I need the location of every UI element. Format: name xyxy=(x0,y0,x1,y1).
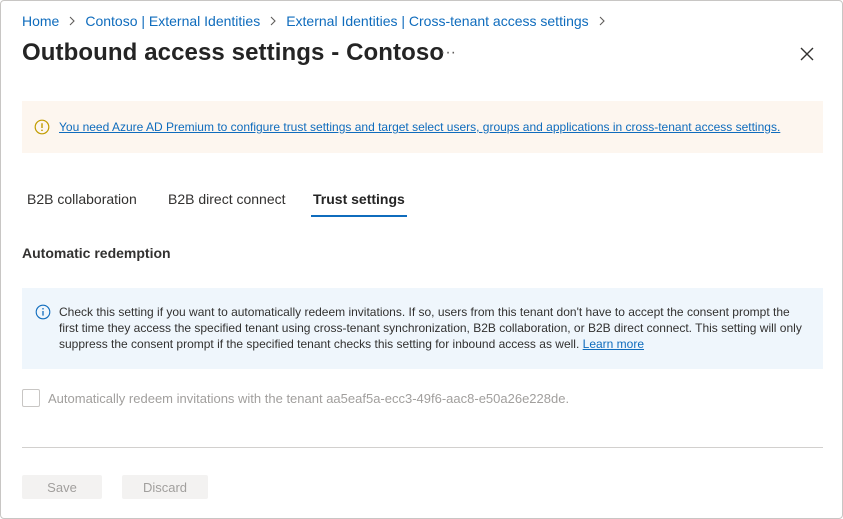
divider xyxy=(22,447,823,448)
tab-b2b-direct-connect[interactable]: B2B direct connect xyxy=(168,187,286,217)
outbound-access-settings-panel: Home Contoso | External Identities Exter… xyxy=(0,0,843,519)
breadcrumb-external-identities[interactable]: Contoso | External Identities xyxy=(85,13,260,29)
learn-more-link[interactable]: Learn more xyxy=(583,337,644,351)
breadcrumb: Home Contoso | External Identities Exter… xyxy=(22,11,615,31)
auto-redeem-option: Automatically redeem invitations with th… xyxy=(22,389,569,407)
auto-redeem-label: Automatically redeem invitations with th… xyxy=(48,390,570,406)
automatic-redemption-heading: Automatic redemption xyxy=(22,245,171,261)
page-title: Outbound access settings - Contoso xyxy=(22,39,445,66)
discard-button[interactable]: Discard xyxy=(122,475,208,499)
chevron-right-icon xyxy=(269,16,277,26)
close-icon xyxy=(800,47,814,61)
automatic-redemption-info-box: Check this setting if you want to automa… xyxy=(22,288,823,369)
tab-b2b-collaboration[interactable]: B2B collaboration xyxy=(27,187,137,217)
info-icon xyxy=(35,304,51,320)
breadcrumb-home[interactable]: Home xyxy=(22,13,59,29)
chevron-right-icon xyxy=(68,16,76,26)
premium-warning-link[interactable]: You need Azure AD Premium to configure t… xyxy=(59,120,780,134)
chevron-right-icon xyxy=(598,16,606,26)
tab-trust-settings[interactable]: Trust settings xyxy=(311,187,407,217)
close-button[interactable] xyxy=(796,43,818,65)
auto-redeem-checkbox[interactable] xyxy=(22,389,40,407)
save-button[interactable]: Save xyxy=(22,475,102,499)
premium-warning-banner: You need Azure AD Premium to configure t… xyxy=(22,101,823,153)
warning-icon xyxy=(34,119,50,135)
more-options-button[interactable]: ··· xyxy=(439,43,457,63)
breadcrumb-cross-tenant-access-settings[interactable]: External Identities | Cross-tenant acces… xyxy=(286,13,588,29)
info-text: Check this setting if you want to automa… xyxy=(59,305,802,351)
